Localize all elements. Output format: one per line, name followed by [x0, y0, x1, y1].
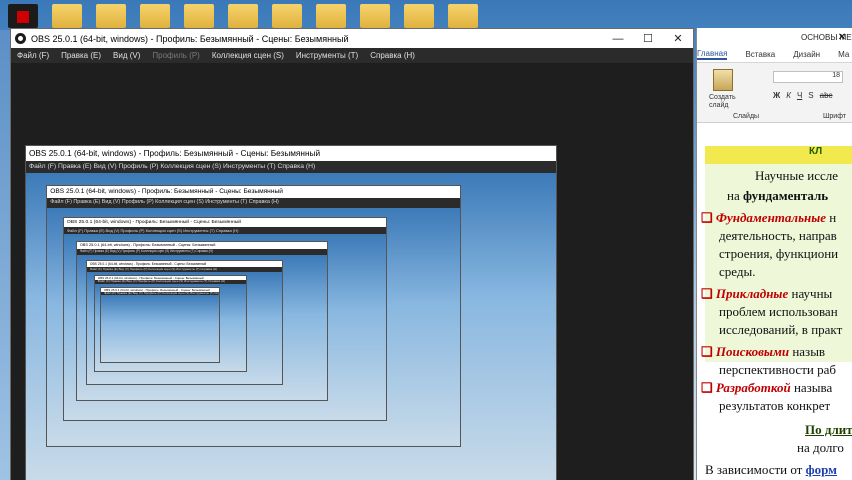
italic-button[interactable]: К — [786, 91, 791, 100]
menu-file[interactable]: Файл (F) — [17, 51, 49, 60]
nested-titlebar: OBS 25.0.1 (64-bit, windows) - Профиль: … — [47, 186, 461, 199]
slide-bullet: ❑ Разработкой называ — [701, 380, 833, 395]
slide-bullet: ❑ Прикладные научны — [701, 286, 833, 301]
obs-titlebar[interactable]: OBS 25.0.1 (64-bit, windows) - Профиль: … — [11, 29, 693, 48]
folder-icon[interactable] — [272, 4, 302, 28]
tab-layout[interactable]: Ма — [838, 50, 849, 59]
menu-edit[interactable]: Правка (E) — [61, 51, 101, 60]
nested-menubar: Файл (F) Правка (E) Вид (V) Профиль (P) … — [63, 226, 386, 234]
group-slides-label: Слайды — [733, 113, 760, 120]
ribbon-tabs: Главная Вставка Дизайн Ма — [697, 47, 852, 63]
format-buttons: Ж К Ч S abc — [773, 91, 833, 100]
folder-icon[interactable] — [360, 4, 390, 28]
nested-titlebar: OBS 25.0.1 (64-bit, windows) - Профиль: … — [76, 242, 328, 250]
folder-icon[interactable] — [228, 4, 258, 28]
minimize-button[interactable]: — — [603, 29, 633, 48]
font-size-field[interactable]: 18 — [773, 71, 843, 83]
group-font-label: Шрифт — [823, 113, 847, 120]
tab-design[interactable]: Дизайн — [793, 50, 820, 59]
nested-menubar: Файл (F) Правка (E) Вид (V) Профиль (P) … — [47, 198, 461, 208]
nested-preview — [100, 295, 219, 362]
obs-preview[interactable]: OBS 25.0.1 (64-bit, windows) - Профиль: … — [11, 63, 693, 480]
menu-view[interactable]: Вид (V) — [113, 51, 140, 60]
obs-window: OBS 25.0.1 (64-bit, windows) - Профиль: … — [10, 28, 694, 480]
slide-line: результатов конкрет — [719, 398, 831, 413]
obs-logo-icon — [15, 33, 26, 44]
slide-line: на долго — [797, 440, 844, 455]
nested-titlebar: OBS 25.0.1 (64-bit, windows) - Профиль: … — [26, 146, 556, 161]
menu-tools[interactable]: Инструменты (T) — [296, 51, 358, 60]
word-window: ОСНОВЫ МЕТ ✕ Главная Вставка Дизайн Ма С… — [696, 28, 852, 480]
word-title: ОСНОВЫ МЕТ — [697, 28, 852, 47]
folder-icon[interactable] — [404, 4, 434, 28]
app-shortcut-icon[interactable] — [8, 4, 38, 28]
underline-button[interactable]: Ч — [797, 91, 802, 100]
folder-icon[interactable] — [448, 4, 478, 28]
bold-button[interactable]: Ж — [773, 91, 780, 100]
desktop-edge — [0, 30, 10, 480]
menu-help[interactable]: Справка (H) — [370, 51, 415, 60]
close-button[interactable]: ✕ — [663, 29, 693, 48]
shadow-button[interactable]: S — [808, 91, 813, 100]
menu-bar: Файл (F) Правка (E) Вид (V) Профиль (P) … — [11, 48, 693, 63]
window-title: OBS 25.0.1 (64-bit, windows) - Профиль: … — [31, 33, 349, 44]
slide-line: перспективности раб — [719, 362, 836, 377]
slide-canvas: КЛ Научные иссле на фундаменталь ❑ Фунда… — [697, 136, 852, 480]
folder-icon[interactable] — [140, 4, 170, 28]
slide-content: Научные иссле на фундаменталь ❑ Фундамен… — [701, 164, 852, 362]
slide-line: строения, функциони — [719, 246, 839, 261]
slide-line: По длит — [805, 422, 852, 437]
slide-bullet: ❑ Фундаментальные н — [701, 210, 837, 225]
new-slide-label[interactable]: Создать слайд — [709, 94, 749, 110]
slide-line: Научные иссле — [755, 168, 839, 183]
strikethrough-button[interactable]: abc — [820, 91, 833, 100]
slide-line: проблем использован — [719, 304, 838, 319]
nested-capture-frame: OBS 25.0.1 (64-bit, windows) - Профиль: … — [99, 286, 220, 363]
tab-insert[interactable]: Вставка — [745, 50, 775, 59]
menu-profile[interactable]: Профиль (P) — [152, 51, 199, 60]
nested-titlebar: OBS 25.0.1 (64-bit, windows) - Профиль: … — [63, 217, 386, 227]
folder-icon[interactable] — [184, 4, 214, 28]
maximize-button[interactable]: ☐ — [633, 29, 663, 48]
slide-bullet: ❑ Поисковыми назыв — [701, 344, 826, 359]
slide-line: В зависимости от форм — [705, 462, 838, 477]
folder-icon[interactable] — [52, 4, 82, 28]
desktop-icons — [0, 0, 852, 452]
close-icon[interactable]: ✕ — [832, 28, 852, 47]
nested-menubar: Файл (F) Правка (E) Вид (V) Профиль (P) … — [26, 161, 556, 173]
slide-line: деятельность, направ — [719, 228, 837, 243]
new-slide-icon[interactable] — [713, 69, 733, 91]
slide-line: на фундаменталь — [727, 188, 829, 203]
folder-icon[interactable] — [316, 4, 346, 28]
slide-header: КЛ — [705, 146, 852, 164]
folder-icon[interactable] — [96, 4, 126, 28]
slide-line: исследований, в практ — [719, 322, 843, 337]
tab-home[interactable]: Главная — [697, 49, 728, 60]
slide-line: среды. — [719, 264, 756, 279]
menu-scene-collection[interactable]: Коллекция сцен (S) — [212, 51, 284, 60]
ribbon: Создать слайд 18 Ж К Ч S abc Слайды Шриф… — [697, 63, 852, 123]
